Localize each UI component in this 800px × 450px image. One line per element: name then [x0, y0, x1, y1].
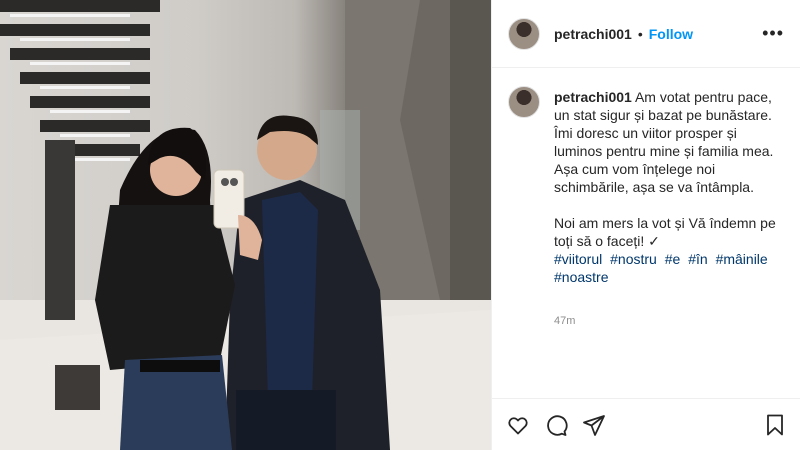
hashtag-list: #viitorul #nostru #e #în #mâinile #noast…: [554, 251, 772, 285]
post-side-panel: petrachi001 • Follow ••• petrachi001 Am …: [491, 0, 800, 450]
more-options-icon[interactable]: •••: [762, 23, 784, 44]
hashtag-link[interactable]: #nostru: [610, 251, 657, 267]
photo-illustration: [0, 0, 491, 450]
hashtag-link[interactable]: #noastre: [554, 269, 608, 285]
avatar[interactable]: [508, 17, 540, 50]
hashtag-link[interactable]: #în: [688, 251, 707, 267]
comment-icon[interactable]: [544, 413, 568, 437]
bookmark-icon[interactable]: [763, 413, 787, 437]
caption-body: petrachi001 Am votat pentru pace, un sta…: [554, 88, 784, 330]
header-username[interactable]: petrachi001: [554, 26, 632, 42]
caption-username[interactable]: petrachi001: [554, 89, 632, 105]
hashtag-link[interactable]: #e: [665, 251, 681, 267]
hashtag-link[interactable]: #mâinile: [716, 251, 768, 267]
post-timestamp[interactable]: 47m: [554, 312, 784, 330]
caption-avatar[interactable]: [508, 86, 540, 118]
action-bar: [492, 398, 800, 450]
share-icon[interactable]: [582, 413, 606, 437]
caption-paragraph-2: Noi am mers la vot și Vă îndemn pe toți …: [554, 215, 776, 249]
post-header: petrachi001 • Follow •••: [492, 0, 800, 68]
separator-dot: •: [637, 25, 643, 42]
post-caption: petrachi001 Am votat pentru pace, un sta…: [492, 68, 800, 330]
post-photo[interactable]: [0, 0, 491, 450]
hashtag-link[interactable]: #viitorul: [554, 251, 602, 267]
follow-button[interactable]: Follow: [649, 26, 693, 42]
heart-icon[interactable]: [506, 413, 530, 437]
caption-paragraph-1: petrachi001 Am votat pentru pace, un sta…: [554, 88, 784, 196]
